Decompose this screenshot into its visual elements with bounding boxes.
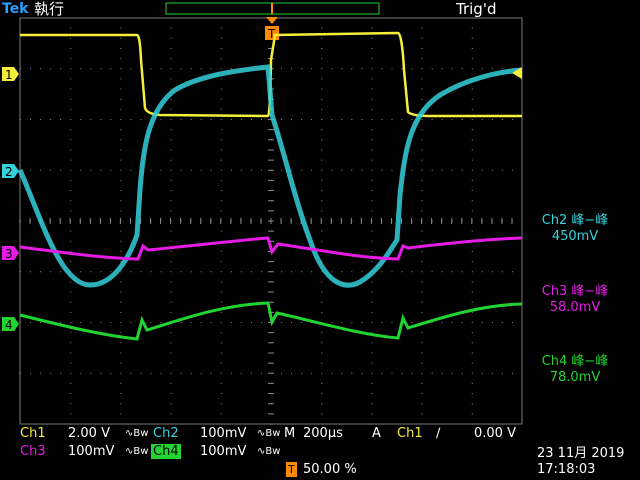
graticule-grid [19, 17, 513, 425]
ch1-bandwidth-icon: ∿Bw [125, 428, 149, 439]
ch1-scale[interactable]: 2.00 V [68, 427, 110, 441]
trigger-position-icon: T [286, 462, 297, 477]
ch2-label[interactable]: Ch2 [153, 427, 179, 441]
measurement-name: Ch4 峰−峰 [541, 354, 609, 369]
time-readout: 17:18:03 [537, 462, 596, 477]
measurement-ch2-pk-pk: Ch2 峰−峰 450mV [520, 213, 630, 245]
date-readout: 23 11月 2019 [537, 446, 625, 461]
trigger-level[interactable]: 0.00 V [474, 427, 516, 441]
ch4-bandwidth-icon: ∿Bw [257, 446, 281, 457]
trigger-status: Trig'd [455, 0, 496, 18]
trigger-slope-icon: ∕ [436, 426, 441, 441]
trigger-arrow-icon [266, 17, 278, 24]
timebase-label: M [284, 426, 296, 441]
measurement-value: 58.0mV [549, 300, 601, 315]
measurement-ch3-pk-pk: Ch3 峰−峰 58.0mV [520, 284, 630, 316]
channel-4-waveform [19, 301, 523, 341]
svg-text:1: 1 [5, 68, 13, 82]
svg-text:4: 4 [5, 318, 13, 332]
channel-2-ground-marker[interactable]: 2 [2, 164, 19, 179]
ch3-scale[interactable]: 100mV [68, 445, 114, 459]
trigger-source[interactable]: Ch1 [397, 427, 423, 441]
measurement-ch4-pk-pk: Ch4 峰−峰 78.0mV [520, 354, 630, 386]
ch2-bandwidth-icon: ∿Bw [257, 428, 281, 439]
svg-text:2: 2 [5, 165, 13, 179]
channel-3-ground-marker[interactable]: 3 [2, 246, 19, 261]
channel-1-ground-marker[interactable]: 1 [2, 67, 19, 82]
measurement-name: Ch3 峰−峰 [541, 284, 609, 299]
measurement-value: 450mV [551, 229, 599, 244]
ch4-label[interactable]: Ch4 [151, 444, 181, 459]
brand-logo-text: Tek [2, 1, 29, 17]
ch2-scale[interactable]: 100mV [200, 427, 246, 441]
run-state: 執行 [34, 0, 64, 18]
ch3-bandwidth-icon: ∿Bw [125, 446, 149, 457]
ch3-label[interactable]: Ch3 [20, 445, 46, 459]
ch1-label[interactable]: Ch1 [20, 427, 46, 441]
trigger-position-value[interactable]: 50.00 % [303, 463, 357, 477]
measurement-value: 78.0mV [549, 370, 601, 385]
channel-4-ground-marker[interactable]: 4 [2, 317, 19, 332]
measurement-name: Ch2 峰−峰 [541, 213, 609, 228]
trigger-mode: A [372, 426, 381, 441]
svg-text:3: 3 [5, 247, 13, 261]
ch4-scale[interactable]: 100mV [200, 445, 246, 459]
timebase-value[interactable]: 200µs [303, 427, 343, 441]
